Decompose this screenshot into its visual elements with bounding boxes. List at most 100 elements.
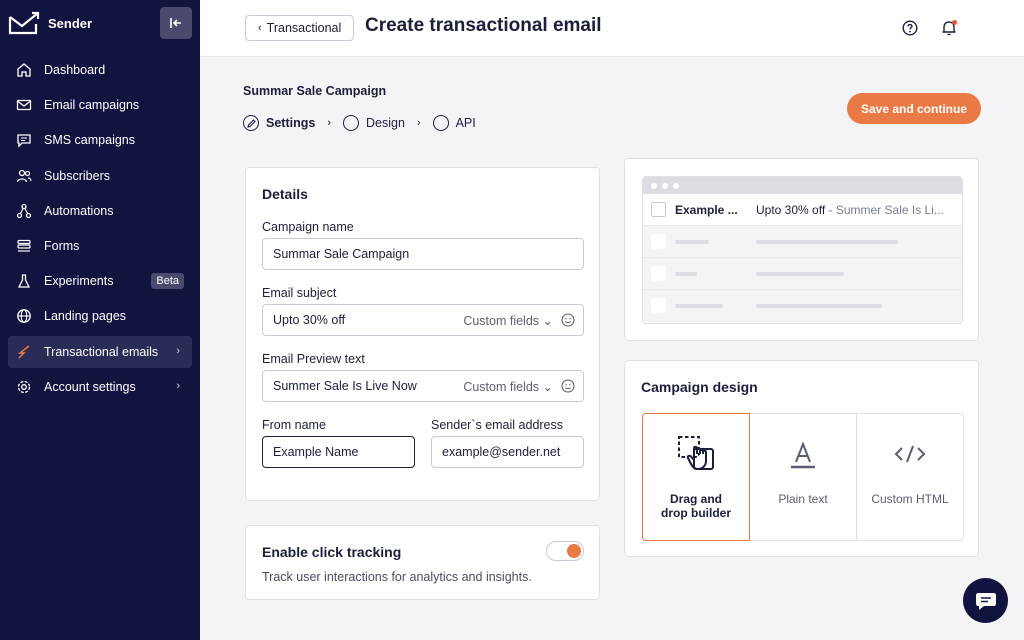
click-tracking-description: Track user interactions for analytics an… <box>262 570 532 584</box>
campaign-name-value: Summar Sale Campaign <box>273 247 410 261</box>
code-icon <box>890 434 930 474</box>
inbox-preview-card: Example ... Upto 30% off - Summer Sale I… <box>624 158 979 341</box>
pencil-icon <box>243 115 259 131</box>
design-option-drag-drop[interactable]: Drag and drop builder <box>642 413 750 541</box>
toggle-knob <box>567 544 581 558</box>
sidebar-item-account-settings[interactable]: Account settings › <box>8 371 192 403</box>
checkbox <box>651 266 666 281</box>
custom-fields-label: Custom fields <box>463 380 540 394</box>
chevron-left-icon: ‹ <box>258 22 262 34</box>
sidebar-item-label: Automations <box>44 203 114 218</box>
email-subject-value: Upto 30% off <box>273 313 346 327</box>
text-icon <box>783 434 823 474</box>
sidebar-item-sms-campaigns[interactable]: SMS campaigns <box>8 124 192 156</box>
sidebar-item-automations[interactable]: Automations <box>8 195 192 227</box>
details-title: Details <box>262 186 308 202</box>
sidebar-item-transactional-emails[interactable]: Transactional emails › <box>8 335 192 368</box>
placeholder-line <box>675 304 723 308</box>
campaign-design-card: Campaign design Drag and drop builder Pl… <box>624 360 979 557</box>
sender-email-input[interactable]: example@sender.net <box>431 436 584 468</box>
chevron-right-icon: › <box>416 117 421 129</box>
placeholder-line <box>756 304 882 308</box>
placeholder-line <box>756 272 844 276</box>
email-subject-input[interactable]: Upto 30% off Custom fields ⌄ <box>262 304 584 336</box>
sidebar-item-label: SMS campaigns <box>44 133 136 148</box>
collapse-sidebar-button[interactable] <box>160 7 192 39</box>
preview-subject: Upto 30% off - Summer Sale Is Li... <box>756 203 944 217</box>
back-button[interactable]: ‹ Transactional <box>245 15 355 41</box>
step-label: Settings <box>266 116 316 130</box>
sender-email-label: Sender`s email address <box>431 418 564 432</box>
sidebar-item-email-campaigns[interactable]: Email campaigns <box>8 89 192 121</box>
sidebar-item-label: Transactional emails <box>44 344 159 359</box>
email-preview-input[interactable]: Summer Sale Is Live Now Custom fields ⌄ <box>262 370 584 402</box>
home-icon <box>16 62 32 78</box>
step-api[interactable]: API <box>432 115 476 131</box>
custom-fields-label: Custom fields <box>463 314 540 328</box>
details-card: Details Campaign name Summar Sale Campai… <box>245 167 600 501</box>
step-settings[interactable]: Settings <box>243 115 315 131</box>
sidebar-item-label: Experiments <box>44 274 114 289</box>
campaign-heading: Summar Sale Campaign <box>243 84 387 98</box>
mail-icon <box>16 97 32 113</box>
from-name-value: Example Name <box>273 445 359 459</box>
checkbox <box>651 298 666 313</box>
custom-fields-dropdown[interactable]: Custom fields ⌄ <box>463 313 553 328</box>
chevron-right-icon: › <box>327 117 331 129</box>
sidebar-item-label: Forms <box>44 238 80 253</box>
sidebar-item-label: Account settings <box>44 379 136 394</box>
sidebar-item-label: Subscribers <box>44 168 110 183</box>
window-bar <box>643 177 962 194</box>
design-option-custom-html[interactable]: Custom HTML <box>857 414 963 540</box>
placeholder-line <box>675 240 709 244</box>
sidebar-item-label: Landing pages <box>44 309 127 324</box>
campaign-name-input[interactable]: Summar Sale Campaign <box>262 238 584 270</box>
checkbox <box>651 202 666 217</box>
chevron-right-icon: › <box>176 344 180 357</box>
help-icon[interactable] <box>902 20 918 36</box>
emoji-icon[interactable] <box>561 379 575 393</box>
email-subject-label: Email subject <box>262 286 337 300</box>
beta-badge: Beta <box>151 273 184 290</box>
design-options: Drag and drop builder Plain text Custom … <box>642 413 964 541</box>
inbox-row-placeholder <box>643 226 962 258</box>
brand[interactable]: Sender <box>8 10 92 36</box>
sidebar-item-experiments[interactable]: Experiments Beta <box>8 265 192 297</box>
step-design[interactable]: Design <box>342 115 405 131</box>
design-option-plain-text[interactable]: Plain text <box>750 414 857 540</box>
from-name-label: From name <box>262 418 326 432</box>
collapse-icon <box>170 18 181 28</box>
support-chat-button[interactable] <box>963 578 1008 623</box>
inbox-mockup: Example ... Upto 30% off - Summer Sale I… <box>642 176 963 324</box>
drag-drop-icon <box>676 434 716 474</box>
preview-preheader-text: - Summer Sale Is Li... <box>825 203 944 217</box>
email-preview-value: Summer Sale Is Live Now <box>273 379 417 393</box>
sidebar-item-label: Email campaigns <box>44 98 140 113</box>
gear-icon <box>16 379 32 395</box>
emoji-icon[interactable] <box>561 313 575 327</box>
design-option-label: Custom HTML <box>871 492 949 506</box>
forms-icon <box>16 238 32 254</box>
design-option-label: Plain text <box>778 492 828 506</box>
inbox-row-preview: Example ... Upto 30% off - Summer Sale I… <box>643 194 962 226</box>
sidebar-item-dashboard[interactable]: Dashboard <box>8 54 192 86</box>
brand-name: Sender <box>48 15 93 31</box>
custom-fields-dropdown[interactable]: Custom fields ⌄ <box>463 379 553 394</box>
save-and-continue-button[interactable]: Save and continue <box>847 93 981 124</box>
inbox-row-placeholder <box>643 290 962 322</box>
placeholder-line <box>675 272 697 276</box>
sidebar-item-subscribers[interactable]: Subscribers <box>8 160 192 192</box>
sidebar-item-forms[interactable]: Forms <box>8 230 192 262</box>
globe-icon <box>16 308 32 324</box>
window-dot <box>651 182 657 189</box>
sender-email-value: example@sender.net <box>442 445 561 459</box>
sidebar-item-landing-pages[interactable]: Landing pages <box>8 300 192 332</box>
from-name-input[interactable]: Example Name <box>262 436 415 468</box>
campaign-name-label: Campaign name <box>262 220 354 234</box>
click-tracking-toggle[interactable] <box>546 541 584 561</box>
notification-bell-icon[interactable] <box>941 19 958 37</box>
preview-from: Example ... <box>675 203 738 217</box>
sidebar: Sender Dashboard Email campaigns SMS cam… <box>0 0 200 640</box>
step-label: API <box>455 116 476 130</box>
chat-icon <box>16 132 32 148</box>
